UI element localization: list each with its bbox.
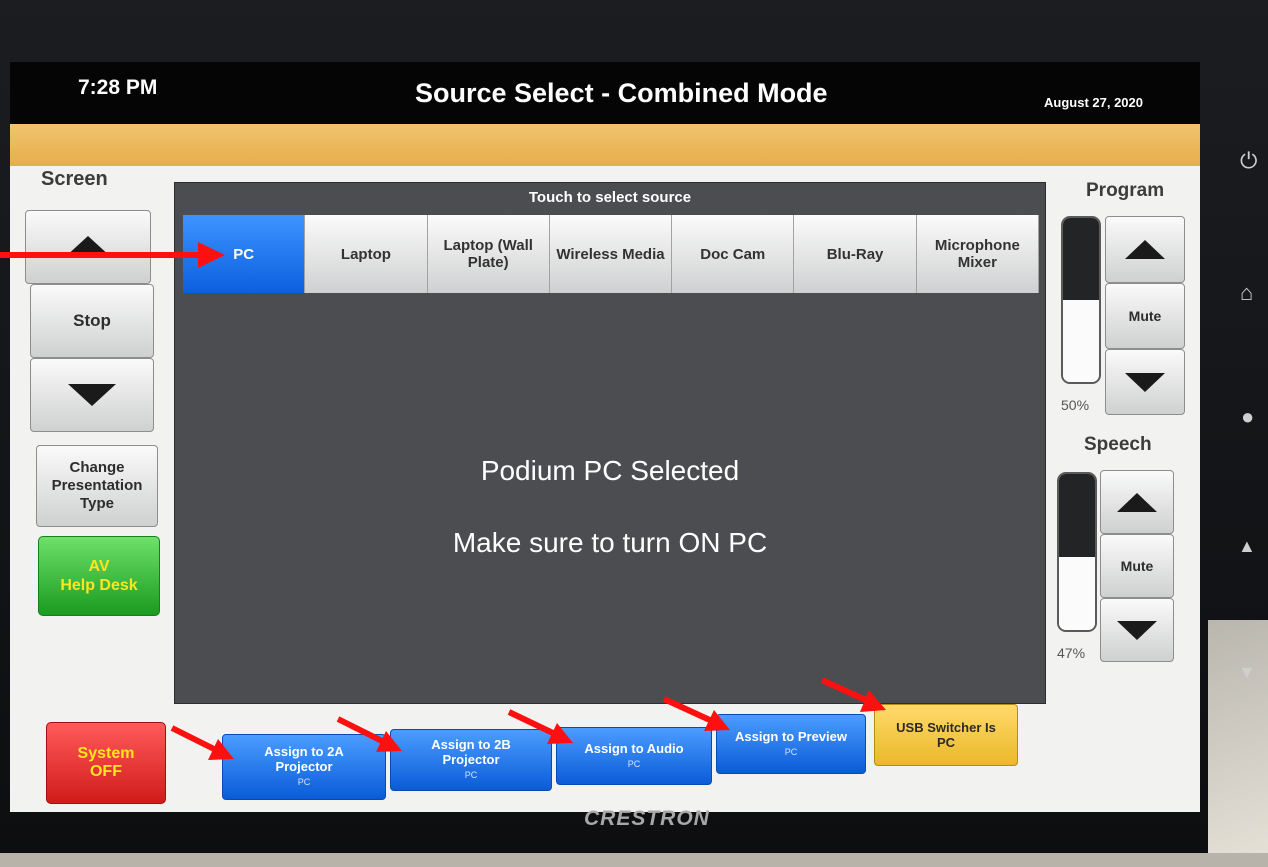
usb-switcher-label: USB Switcher Is PC	[896, 720, 996, 750]
home-icon[interactable]: ⌂	[1240, 280, 1253, 306]
source-tab-microphone-mixer[interactable]: Microphone Mixer	[916, 215, 1039, 293]
source-tab-laptop-wall-plate[interactable]: Laptop (Wall Plate)	[427, 215, 550, 293]
hardkey-up-icon[interactable]: ▲	[1238, 536, 1256, 557]
program-meter-empty	[1063, 218, 1099, 300]
arrow-up-icon	[1125, 240, 1165, 259]
annotation-arrow-icon	[0, 242, 225, 268]
title-bar: 7:28 PM Source Select - Combined Mode Au…	[10, 62, 1200, 124]
speech-volume-down-button[interactable]	[1100, 598, 1174, 662]
source-status-message: Podium PC Selected	[480, 455, 740, 486]
hardkey-down-icon[interactable]: ▼	[1238, 662, 1256, 683]
screen-stop-button[interactable]: Stop	[30, 284, 154, 358]
source-panel: Touch to select source PC Laptop Laptop …	[174, 182, 1046, 704]
power-icon[interactable]: ⏻	[1240, 148, 1257, 174]
annotation-arrow-icon	[170, 725, 234, 760]
change-presentation-type-button[interactable]: Change Presentation Type	[36, 445, 158, 527]
annotation-arrow-icon	[507, 709, 573, 744]
arrow-up-icon	[1117, 492, 1157, 512]
program-volume-meter	[1061, 216, 1101, 384]
program-mute-button[interactable]: Mute	[1105, 283, 1185, 349]
program-volume-down-button[interactable]	[1105, 349, 1185, 415]
date: August 27, 2020	[1044, 95, 1143, 110]
assign-preview-label: Assign to Preview	[735, 728, 847, 744]
system-off-button[interactable]: System OFF	[46, 722, 166, 804]
usb-switcher-button[interactable]: USB Switcher Is PC	[874, 704, 1018, 766]
av-help-label-line1: AV	[88, 558, 110, 575]
speech-meter-fill	[1059, 556, 1095, 630]
system-off-label-line2: OFF	[89, 763, 122, 780]
arrow-down-icon	[1117, 620, 1157, 640]
source-panel-header: Touch to select source	[528, 189, 692, 206]
system-off-label-line1: System	[77, 745, 135, 762]
speech-meter-empty	[1059, 474, 1095, 557]
clock: 7:28 PM	[78, 76, 158, 99]
assign-2a-source: PC	[297, 777, 311, 787]
lightbulb-icon[interactable]: ●	[1241, 404, 1254, 430]
source-tab-row: PC Laptop Laptop (Wall Plate) Wireless M…	[183, 215, 1039, 293]
assign-preview-source: PC	[784, 746, 798, 757]
source-tab-blu-ray[interactable]: Blu-Ray	[794, 215, 917, 293]
program-meter-fill	[1063, 300, 1099, 382]
page-title: Source Select - Combined Mode	[415, 78, 828, 108]
speech-level-text: 47%	[1057, 645, 1086, 661]
wall-background-bottom	[0, 853, 1268, 867]
accent-bar	[10, 124, 1200, 166]
source-tab-wireless-media[interactable]: Wireless Media	[549, 215, 673, 293]
source-tab-doc-cam[interactable]: Doc Cam	[672, 215, 795, 293]
speech-volume-up-button[interactable]	[1100, 470, 1174, 534]
touch-screen: 7:28 PM Source Select - Combined Mode Au…	[10, 62, 1200, 812]
screen-down-button[interactable]	[30, 358, 154, 432]
source-tab-laptop[interactable]: Laptop	[305, 215, 428, 293]
crestron-logo: CRESTRON	[584, 807, 710, 830]
program-label: Program	[1086, 180, 1165, 201]
arrow-down-icon	[68, 384, 116, 406]
assign-audio-source: PC	[627, 758, 641, 769]
program-level-text: 50%	[1061, 397, 1090, 413]
annotation-arrow-icon	[662, 696, 730, 731]
annotation-arrow-icon	[820, 677, 886, 712]
assign-audio-label: Assign to Audio	[584, 740, 684, 756]
assign-2b-source: PC	[464, 770, 478, 780]
arrow-down-icon	[1125, 372, 1165, 392]
source-instruction-message: Make sure to turn ON PC	[452, 527, 768, 558]
speech-mute-button[interactable]: Mute	[1100, 534, 1174, 598]
speech-volume-meter	[1057, 472, 1097, 632]
av-help-desk-button[interactable]: AV Help Desk	[38, 536, 160, 616]
assign-preview-button[interactable]: Assign to Preview PC	[716, 714, 866, 774]
screen-label: Screen	[41, 168, 108, 190]
speech-label: Speech	[1084, 434, 1152, 455]
wall-background	[1208, 620, 1268, 867]
av-help-label-line2: Help Desk	[60, 577, 138, 594]
program-volume-up-button[interactable]	[1105, 216, 1185, 283]
annotation-arrow-icon	[336, 716, 402, 752]
